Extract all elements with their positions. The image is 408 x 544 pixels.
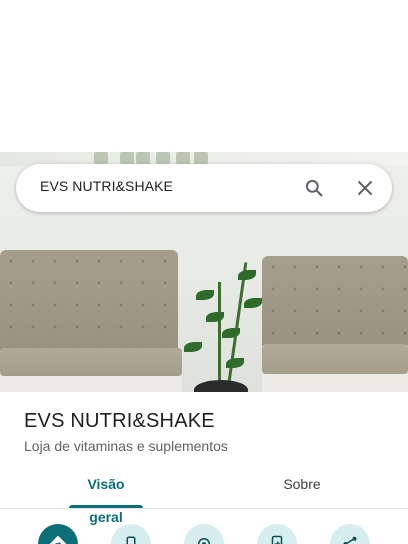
- photo-jar: [120, 152, 134, 164]
- share-icon: [343, 536, 357, 544]
- tab-about[interactable]: Sobre: [278, 468, 326, 508]
- place-name: EVS NUTRI&SHAKE: [24, 410, 215, 432]
- place-category: Loja de vitaminas e suplementos: [24, 438, 228, 454]
- photo-plant-stem: [218, 282, 221, 382]
- search-bar[interactable]: EVS NUTRI&SHAKE: [16, 164, 392, 212]
- directions-icon: [49, 535, 67, 544]
- location-icon: [198, 538, 210, 544]
- location-button[interactable]: [184, 524, 224, 544]
- photo-seat-right: [262, 344, 408, 374]
- photo-plant-leaf: [238, 270, 256, 280]
- search-query[interactable]: EVS NUTRI&SHAKE: [40, 178, 173, 194]
- phone-icon: [126, 536, 136, 544]
- photo-plant-pot: [194, 380, 248, 392]
- send-to-phone-button[interactable]: [257, 524, 297, 544]
- tab-bar: Visão geral Sobre: [0, 468, 408, 525]
- photo-seat-left: [0, 348, 182, 376]
- photo-jar: [194, 152, 208, 164]
- place-details-page: EVS NUTRI&SHAKE EVS NUTRI&SHAKE Loja de …: [0, 0, 408, 544]
- action-buttons-row: [0, 522, 408, 544]
- photo-jar: [156, 152, 170, 164]
- photo-plant-leaf: [196, 290, 214, 300]
- photo-plant-leaf: [226, 358, 244, 368]
- tab-overview[interactable]: Visão geral: [69, 468, 143, 525]
- close-icon[interactable]: [349, 172, 381, 204]
- search-icon[interactable]: [298, 172, 330, 204]
- photo-jar: [176, 152, 190, 164]
- photo-jar: [136, 152, 150, 164]
- photo-jar: [94, 152, 108, 164]
- place-info-panel: EVS NUTRI&SHAKE Loja de vitaminas e supl…: [0, 392, 408, 544]
- call-button[interactable]: [111, 524, 151, 544]
- photo-plant-leaf: [206, 312, 224, 322]
- share-button[interactable]: [330, 524, 370, 544]
- photo-base-right: [262, 374, 408, 392]
- send-to-phone-icon: [271, 535, 283, 544]
- photo-sofa-right: [262, 256, 408, 348]
- photo-plant-leaf: [222, 328, 240, 338]
- photo-base-left: [0, 376, 182, 392]
- photo-sofa-left: [0, 250, 178, 354]
- photo-plant-leaf: [184, 342, 202, 352]
- directions-button[interactable]: [38, 524, 78, 544]
- photo-plant-leaf: [244, 298, 262, 308]
